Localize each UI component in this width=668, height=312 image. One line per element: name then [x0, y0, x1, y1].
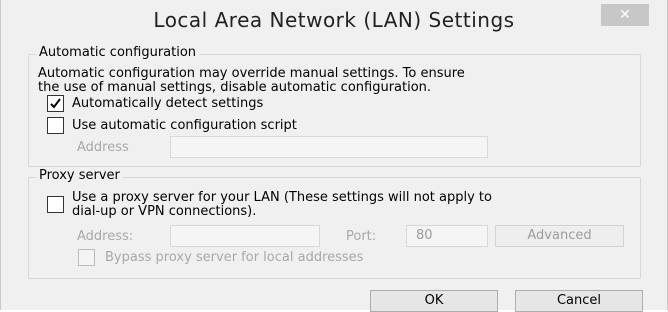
proxy-address-label: Address: — [77, 229, 134, 244]
detect-settings-label[interactable]: Automatically detect settings — [72, 96, 263, 111]
automatic-configuration-legend: Automatic configuration — [36, 45, 200, 60]
advanced-button[interactable]: Advanced — [495, 225, 624, 247]
bypass-local-label[interactable]: Bypass proxy server for local addresses — [105, 250, 363, 265]
title-bar: Local Area Network (LAN) Settings ✕ — [1, 0, 667, 42]
ok-button[interactable]: OK — [370, 290, 498, 312]
proxy-port-input[interactable]: 80 — [406, 225, 488, 247]
use-proxy-checkbox[interactable] — [47, 196, 64, 213]
use-proxy-label-line2[interactable]: dial-up or VPN connections). — [72, 204, 256, 219]
proxy-server-legend: Proxy server — [36, 168, 123, 183]
script-address-input[interactable] — [170, 136, 488, 158]
cancel-button[interactable]: Cancel — [515, 290, 643, 312]
detect-settings-checkbox[interactable] — [47, 95, 64, 112]
proxy-address-input[interactable] — [170, 225, 320, 247]
use-config-script-checkbox[interactable] — [47, 117, 64, 134]
proxy-port-label: Port: — [346, 229, 377, 244]
script-address-label: Address — [77, 140, 129, 155]
use-proxy-label-line1[interactable]: Use a proxy server for your LAN (These s… — [72, 190, 492, 205]
bypass-local-checkbox[interactable] — [78, 249, 95, 266]
auto-config-description-line2: the use of manual settings, disable auto… — [38, 80, 432, 95]
close-icon: ✕ — [619, 7, 631, 23]
use-config-script-label[interactable]: Use automatic configuration script — [72, 118, 297, 133]
lan-settings-dialog: Local Area Network (LAN) Settings ✕ Auto… — [0, 0, 668, 312]
auto-config-description-line1: Automatic configuration may override man… — [38, 66, 465, 81]
dialog-title: Local Area Network (LAN) Settings — [153, 8, 515, 32]
check-icon — [50, 98, 61, 109]
close-button[interactable]: ✕ — [601, 4, 649, 26]
